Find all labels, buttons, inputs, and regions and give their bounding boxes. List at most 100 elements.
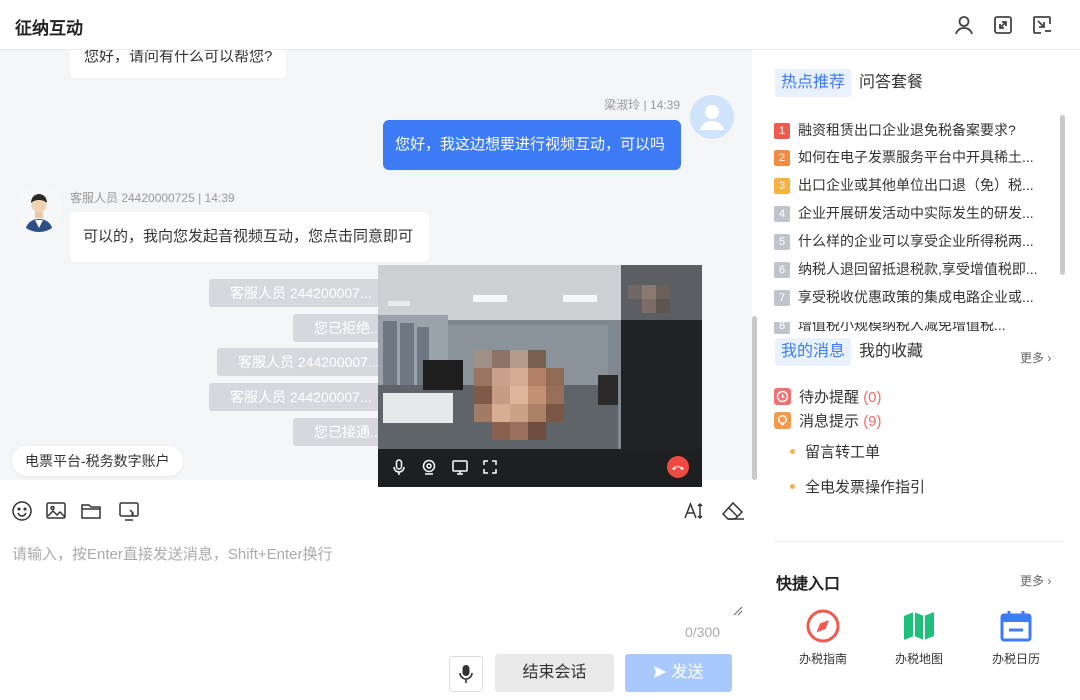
send-button-label: 发送	[671, 664, 704, 681]
message-notice-count: (9)	[863, 413, 882, 430]
hot-question-text: 纳税人退回留抵退税款,享受增值税即...	[798, 261, 1038, 277]
hot-question-item[interactable]: 5 什么样的企业可以享受企业所得税两...	[774, 231, 1056, 257]
font-size-icon[interactable]	[683, 500, 705, 522]
rank-badge: 6	[774, 262, 790, 278]
microphone-icon[interactable]	[390, 458, 408, 476]
end-session-button[interactable]: 结束会话	[495, 654, 614, 692]
agent-message-meta: 客服人员 24420000725 | 14:39	[70, 191, 235, 205]
rank-badge: 1	[774, 123, 790, 139]
user-icon[interactable]	[953, 14, 975, 36]
send-button[interactable]: 发送	[625, 654, 732, 692]
character-counter: 0/300	[685, 624, 721, 640]
system-message: 客服人员 244200007...	[209, 383, 389, 411]
voice-input-button[interactable]	[449, 656, 483, 692]
hot-question-item[interactable]: 2 如何在电子发票服务平台中开具稀土...	[774, 147, 1056, 173]
system-message: 您已接通...	[293, 418, 389, 446]
map-icon	[904, 612, 934, 640]
message-notice-label: 消息提示	[799, 413, 860, 430]
hot-question-text: 融资租赁出口企业退免税备案要求?	[798, 122, 1016, 138]
quick-item-label: 办税地图	[894, 652, 943, 666]
quick-item-label: 办税日历	[991, 652, 1040, 666]
quick-item-calendar[interactable]: 办税日历	[976, 608, 1056, 667]
calendar-icon	[1000, 611, 1032, 642]
bullet-dot-icon	[790, 449, 795, 454]
folder-icon[interactable]	[80, 500, 102, 522]
expand-icon[interactable]	[992, 14, 1014, 36]
messages-more-link[interactable]: 更多 ›	[1020, 349, 1051, 366]
hot-question-text: 出口企业或其他单位出口退（免）税...	[798, 177, 1034, 193]
section-divider	[774, 541, 1064, 542]
hot-question-item[interactable]: 4 企业开展研发活动中实际发生的研发...	[774, 203, 1056, 229]
chevron-right-icon: ›	[1047, 351, 1052, 365]
screenshot-icon[interactable]	[118, 500, 140, 522]
minimize-icon[interactable]	[1031, 14, 1053, 36]
messages-more-label: 更多	[1020, 351, 1045, 365]
eraser-icon[interactable]	[720, 500, 746, 522]
hot-question-text: 企业开展研发活动中实际发生的研发...	[798, 205, 1034, 221]
send-icon	[654, 666, 667, 678]
header-bar: 征纳互动	[0, 0, 1080, 50]
rank-badge: 4	[774, 206, 790, 222]
message-input[interactable]: 请输入，按Enter直接发送消息，Shift+Enter换行	[12, 543, 332, 564]
hot-question-item[interactable]: 3 出口企业或其他单位出口退（免）税...	[774, 175, 1056, 201]
agent-avatar-icon	[16, 186, 62, 232]
quick-item-guide[interactable]: 办税指南	[783, 608, 863, 667]
emoji-icon[interactable]	[11, 500, 33, 522]
microphone-icon	[459, 665, 473, 683]
hot-question-item[interactable]: 7 享受税收优惠政策的集成电路企业或...	[774, 287, 1056, 313]
tab-hot-recommend[interactable]: 热点推荐	[775, 69, 852, 97]
user-message-meta: 梁淑玲 | 14:39	[604, 98, 680, 112]
hot-question-text: 如何在电子发票服务平台中开具稀土...	[798, 149, 1034, 165]
fullscreen-icon[interactable]	[481, 458, 499, 476]
rank-badge: 2	[774, 150, 790, 166]
resize-handle-icon[interactable]	[733, 606, 743, 616]
hot-question-text: 享受税收优惠政策的集成电路企业或...	[798, 289, 1034, 305]
tab-qa-package[interactable]: 问答套餐	[859, 69, 923, 97]
sub-item-label: 全电发票操作指引	[805, 479, 926, 496]
screen-share-icon[interactable]	[451, 458, 469, 476]
hot-question-text: 什么样的企业可以享受企业所得税两...	[798, 233, 1034, 249]
bulb-icon	[774, 412, 791, 429]
tab-my-messages[interactable]: 我的消息	[775, 338, 852, 366]
todo-reminder-label: 待办提醒	[799, 389, 860, 406]
chevron-right-icon: ›	[1047, 574, 1052, 588]
video-feed	[378, 265, 702, 449]
todo-reminder-count: (0)	[863, 389, 882, 406]
hot-question-item[interactable]: 1 融资租赁出口企业退免税备案要求?	[774, 120, 1056, 146]
quick-more-link[interactable]: 更多 ›	[1020, 572, 1051, 589]
system-message: 客服人员 244200007...	[209, 279, 389, 307]
hot-question-item[interactable]: 6 纳税人退回留抵退税款,享受增值税即...	[774, 259, 1056, 285]
agent-message-bubble: 可以的，我向您发起音视频互动，您点击同意即可	[70, 212, 429, 262]
agent-avatar	[16, 186, 62, 232]
sub-item-guide[interactable]: 全电发票操作指引	[790, 476, 925, 497]
system-message: 客服人员 244200007...	[217, 348, 389, 376]
message-notice-row[interactable]: 消息提示 (9)	[774, 410, 882, 430]
hot-list-scrollbar[interactable]	[1060, 115, 1065, 275]
todo-reminder-row[interactable]: 待办提醒 (0)	[774, 386, 882, 406]
window-title: 征纳互动	[15, 19, 83, 38]
bullet-dot-icon	[790, 484, 795, 489]
rank-badge: 3	[774, 178, 790, 194]
quick-entry-title: 快捷入口	[776, 576, 841, 593]
agent-message-bubble: 您好，请问有什么可以帮您?	[70, 50, 287, 78]
rank-badge: 7	[774, 290, 790, 306]
sub-item-ticket[interactable]: 留言转工单	[790, 441, 880, 462]
image-icon[interactable]	[45, 500, 67, 522]
quick-tag-chip[interactable]: 电票平台-税务数字账户	[12, 446, 183, 476]
user-avatar-icon	[700, 105, 724, 130]
quick-item-label: 办税指南	[798, 652, 847, 666]
sub-item-label: 留言转工单	[805, 444, 881, 461]
clock-icon	[774, 388, 791, 405]
quick-more-label: 更多	[1020, 574, 1045, 588]
user-message-bubble: 您好，我这边想要进行视频互动，可以吗	[383, 120, 681, 170]
camera-icon[interactable]	[420, 458, 438, 476]
quick-item-map[interactable]: 办税地图	[879, 608, 959, 667]
video-call-window[interactable]	[378, 265, 702, 487]
rank-badge: 5	[774, 234, 790, 250]
system-message: 您已拒绝...	[293, 314, 389, 342]
hang-up-icon[interactable]	[667, 456, 689, 478]
compass-icon	[806, 609, 840, 643]
tab-my-favorites[interactable]: 我的收藏	[859, 338, 923, 366]
hot-list-clip	[774, 316, 1056, 322]
user-avatar	[690, 95, 734, 139]
